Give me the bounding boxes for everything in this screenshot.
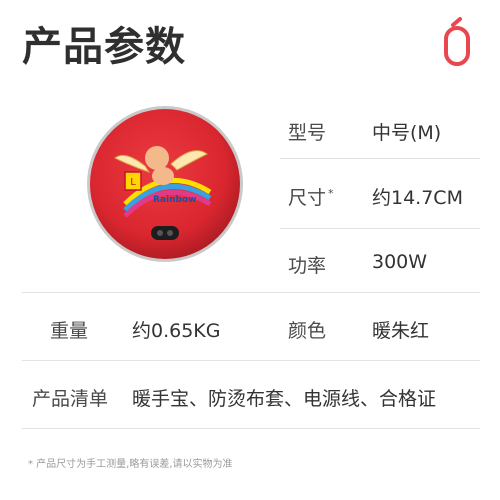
badge-text: Rainbow (153, 195, 196, 205)
footnote: * 产品尺寸为手工测量,略有误差,请以实物为准 (28, 459, 233, 470)
spec-value-color: 暖朱红 (372, 320, 430, 342)
spec-value-power: 300W (372, 251, 428, 273)
page-title: 产品参数 (22, 24, 186, 70)
spec-label-size-text: 尺寸 (288, 187, 327, 209)
spec-value-size: 约14.7CM (372, 187, 463, 209)
divider (280, 228, 480, 229)
spec-label-contents: 产品清单 (32, 388, 109, 410)
size-marker: * (328, 186, 334, 200)
divider (22, 292, 480, 293)
spec-value-contents: 暖手宝、防烫布套、电源线、合格证 (132, 388, 437, 410)
spec-label-weight: 重量 (50, 320, 89, 342)
spec-label-color: 颜色 (288, 320, 327, 342)
spec-label-size: 尺寸 * (288, 183, 334, 210)
hand-warmer-image: L Rainbow (87, 106, 243, 262)
divider (22, 360, 480, 361)
spec-label-model: 型号 (288, 122, 327, 144)
spec-value-model: 中号(M) (372, 122, 442, 144)
divider (280, 158, 480, 159)
spec-value-weight: 约0.65KG (132, 320, 221, 342)
divider (22, 428, 480, 429)
o-ring-logo-icon (444, 17, 470, 66)
spec-label-power: 功率 (288, 255, 327, 277)
svg-text:L: L (130, 177, 136, 188)
